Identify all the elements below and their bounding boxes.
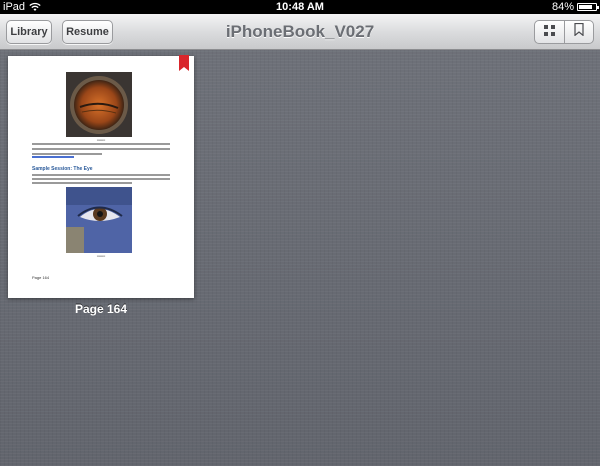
view-mode-segmented-control bbox=[534, 20, 594, 44]
grid-icon bbox=[543, 23, 555, 41]
photo-caption: ▪▪▪▪▪▪▪▪ bbox=[96, 254, 106, 258]
text-line bbox=[32, 174, 170, 176]
text-line bbox=[32, 143, 170, 145]
text-line bbox=[32, 153, 102, 155]
resume-button[interactable]: Resume bbox=[62, 20, 113, 44]
photo-eye-image bbox=[66, 187, 132, 253]
photo-gauge-image bbox=[66, 72, 132, 137]
book-title: iPhoneBook_V027 bbox=[225, 22, 375, 41]
battery-icon bbox=[577, 3, 599, 11]
toolbar: Library Resume iPhoneBook_V027 bbox=[0, 14, 600, 50]
status-bar: iPad 10:48 AM 84% bbox=[0, 0, 600, 14]
text-link bbox=[32, 156, 74, 158]
page-thumbnail[interactable]: ▪▪▪▪▪▪▪▪ Sample Session: The Eye ▪▪▪▪▪▪▪… bbox=[8, 55, 194, 298]
bookmarks-view-button[interactable] bbox=[563, 21, 594, 43]
battery-level-fill bbox=[579, 5, 593, 9]
text-line bbox=[32, 178, 170, 180]
page-thumbnail-label[interactable]: Page 164 bbox=[8, 302, 194, 316]
section-heading: Sample Session: The Eye bbox=[32, 166, 93, 172]
bookmark-ribbon-icon bbox=[179, 55, 189, 71]
page-footer: Page 164 bbox=[32, 275, 50, 280]
battery-percent: 84% bbox=[551, 1, 574, 13]
library-button[interactable]: Library bbox=[6, 20, 52, 44]
status-time: 10:48 AM bbox=[276, 1, 324, 13]
bookmark-icon bbox=[574, 22, 584, 41]
grid-view-button[interactable] bbox=[535, 21, 564, 43]
text-line bbox=[32, 148, 170, 150]
photo-caption: ▪▪▪▪▪▪▪▪ bbox=[96, 138, 106, 142]
text-line bbox=[32, 182, 132, 184]
status-right: 84% bbox=[551, 0, 599, 14]
